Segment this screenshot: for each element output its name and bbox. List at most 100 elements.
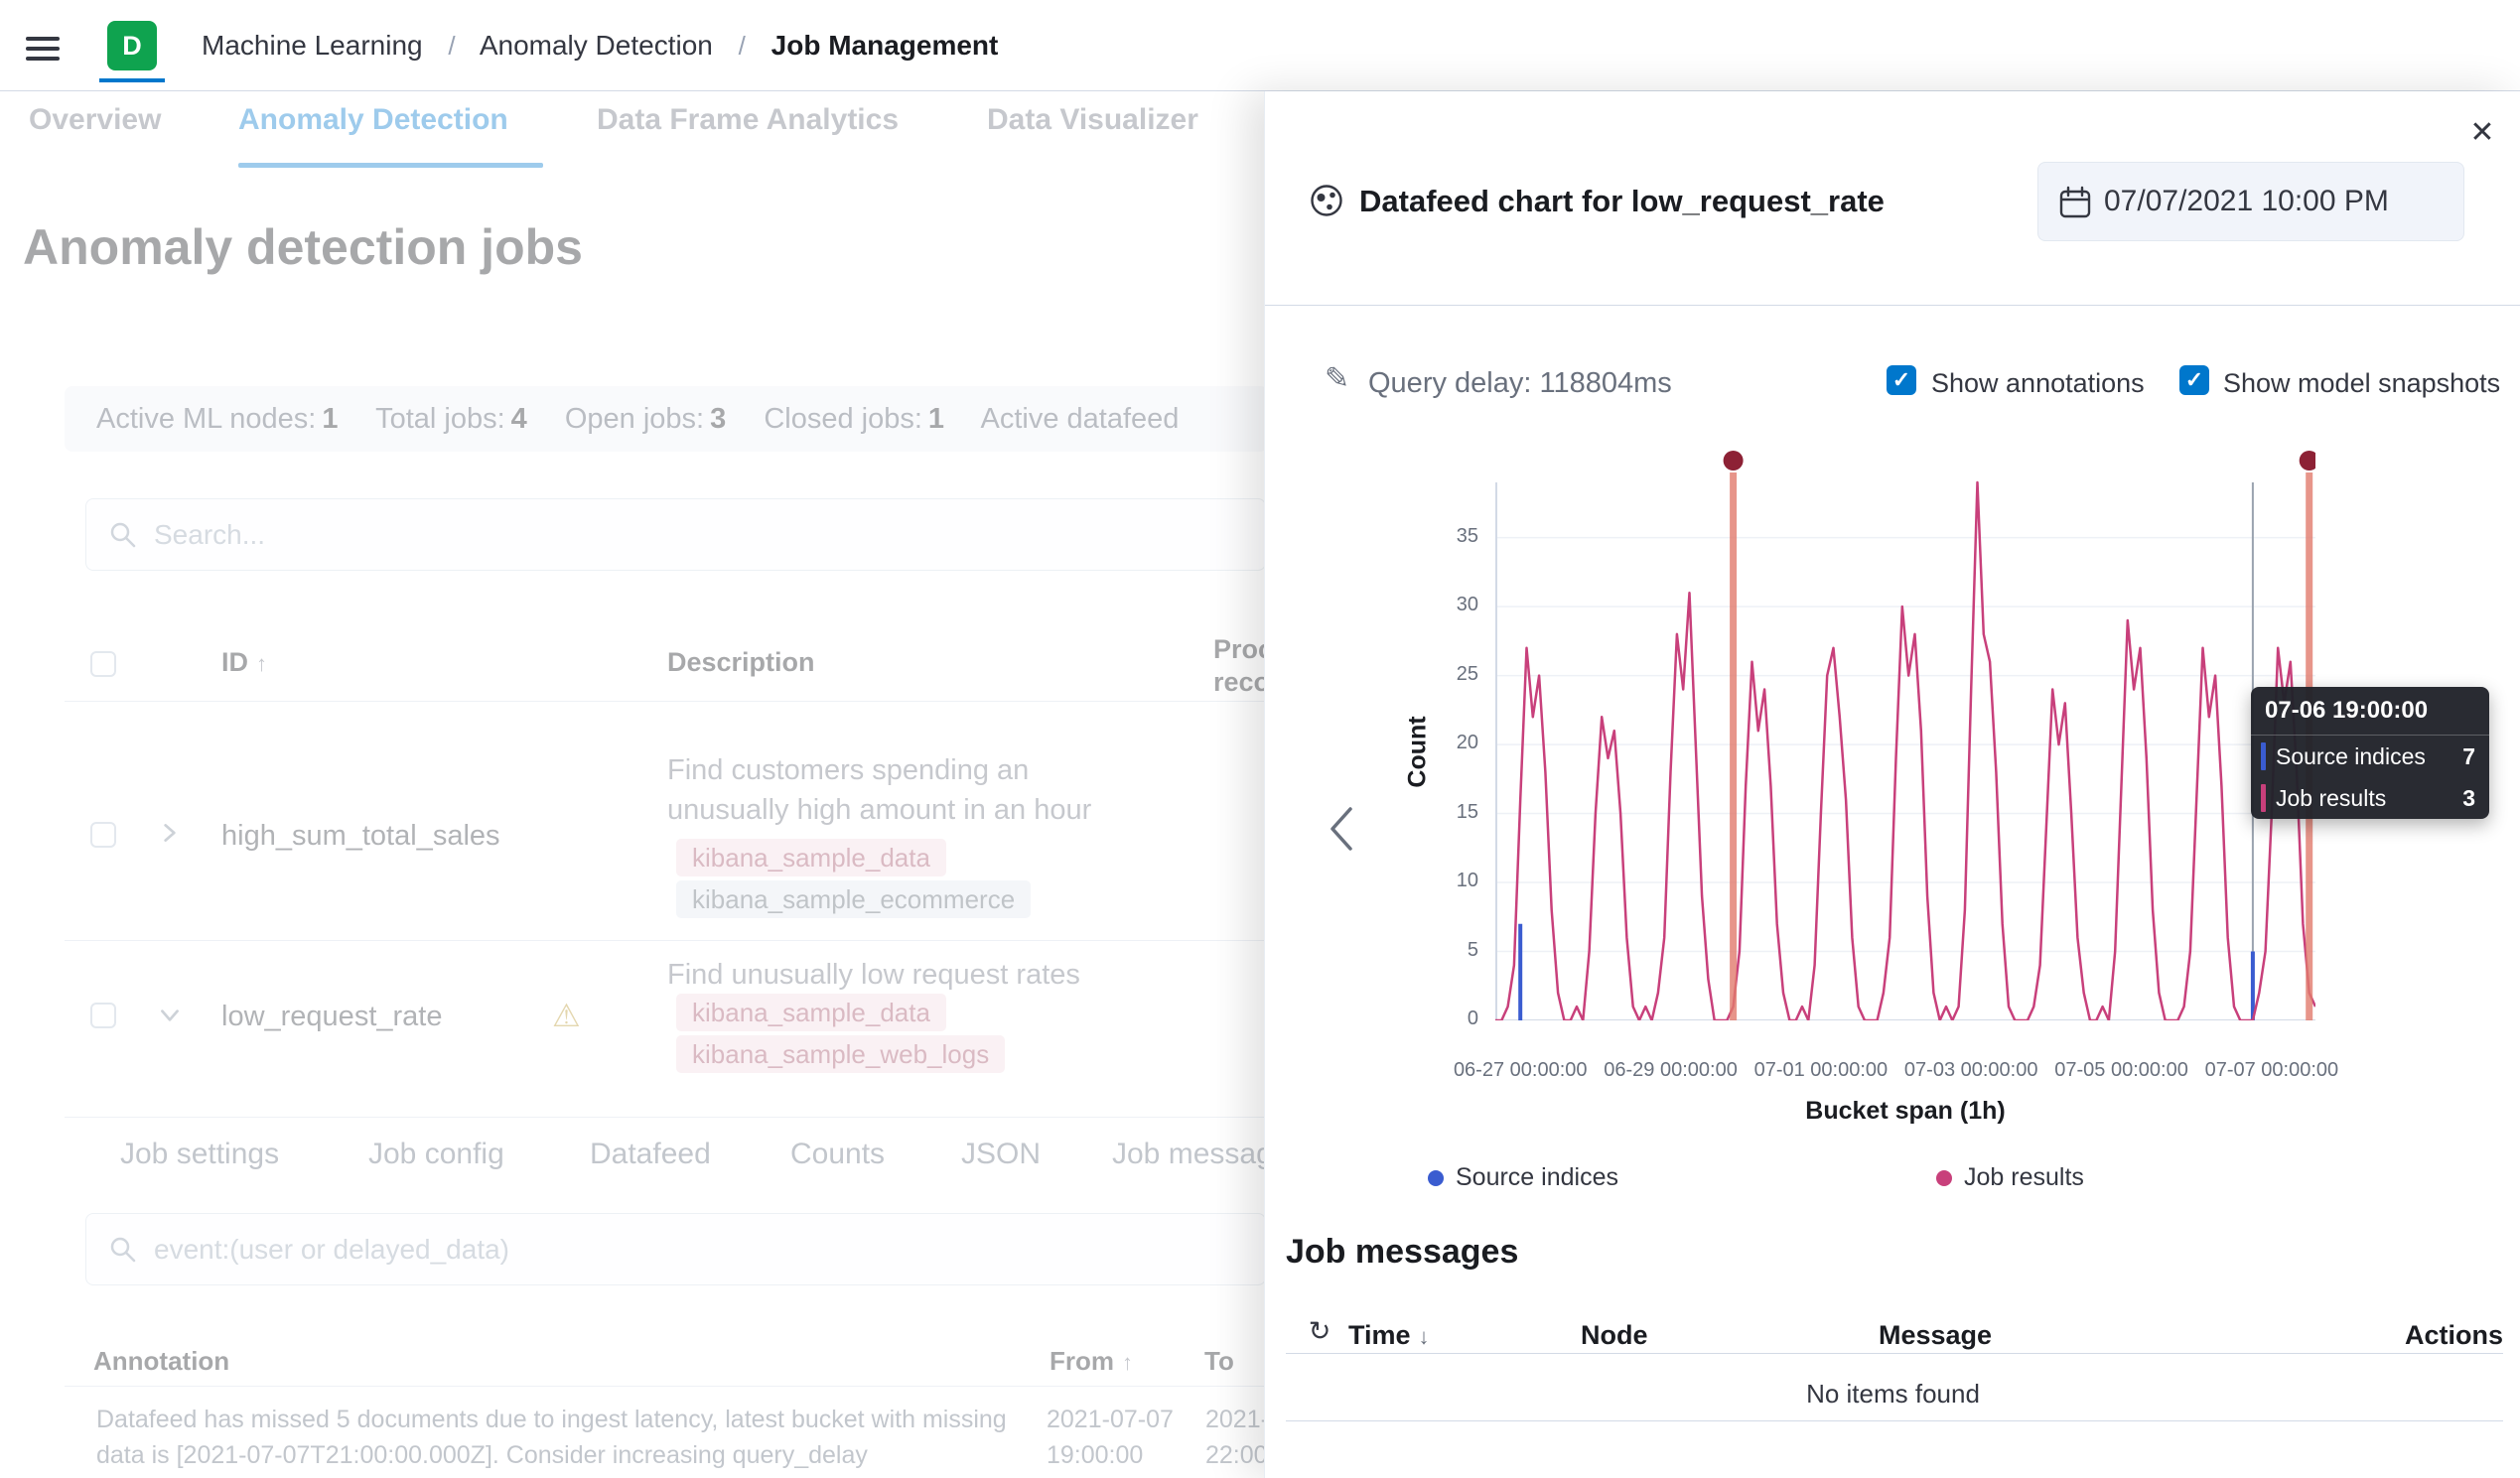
x-axis-title: Bucket span (1h) bbox=[1707, 1097, 2104, 1126]
table-divider bbox=[65, 1386, 1268, 1387]
y-axis-tick-label: 30 bbox=[1422, 594, 1478, 616]
search-icon bbox=[108, 520, 138, 550]
y-axis-tick-label: 5 bbox=[1422, 939, 1478, 962]
query-delay-label: Query delay: 118804ms bbox=[1368, 367, 1672, 400]
annotation-text: Datafeed has missed 5 documents due to i… bbox=[96, 1402, 1050, 1473]
table-divider bbox=[65, 940, 1268, 941]
flyout-title: Datafeed chart for low_request_rate bbox=[1359, 184, 1885, 219]
breadcrumb-anomaly-detection[interactable]: Anomaly Detection bbox=[480, 30, 713, 61]
empty-table-message: No items found bbox=[1265, 1379, 2520, 1410]
description-column-header: Description bbox=[667, 647, 815, 678]
sort-ascending-icon: ↑ bbox=[1122, 1350, 1133, 1375]
detail-tab-json[interactable]: JSON bbox=[961, 1138, 1041, 1171]
stat-active-ml-nodes: Active ML nodes:1 bbox=[96, 403, 339, 435]
stat-closed-jobs: Closed jobs:1 bbox=[764, 403, 944, 435]
date-picker-button[interactable]: 07/07/2021 10:00 PM bbox=[2037, 162, 2464, 241]
x-axis-tick-label: 07-07 00:00:00 bbox=[2163, 1059, 2381, 1082]
legend-item-job-results[interactable]: Job results bbox=[1936, 1163, 2084, 1192]
y-axis-tick-label: 10 bbox=[1422, 870, 1478, 892]
refresh-icon: ↻ bbox=[1309, 1316, 1331, 1346]
refresh-messages-button[interactable]: ↻ bbox=[1299, 1310, 1340, 1352]
edit-query-delay-button[interactable]: ✎ bbox=[1325, 361, 1349, 396]
check-icon: ✓ bbox=[1892, 367, 1910, 392]
annotation-from: 2021-07-07 19:00:00 bbox=[1047, 1402, 1215, 1473]
id-column-header[interactable]: ID↑ bbox=[221, 647, 267, 678]
show-annotations-checkbox[interactable]: ✓ bbox=[1887, 365, 1916, 395]
job-id: high_sum_total_sales bbox=[221, 820, 500, 853]
table-divider bbox=[1286, 1353, 2503, 1354]
node-column-header: Node bbox=[1581, 1320, 1648, 1351]
stat-total-jobs: Total jobs:4 bbox=[375, 403, 527, 435]
index-badge: kibana_sample_data bbox=[676, 994, 946, 1031]
detail-tab-datafeed[interactable]: Datafeed bbox=[590, 1138, 711, 1171]
breadcrumb-machine-learning[interactable]: Machine Learning bbox=[202, 30, 423, 61]
breadcrumb: Machine Learning / Anomaly Detection / J… bbox=[202, 0, 998, 91]
search-icon bbox=[108, 1235, 138, 1265]
y-axis-tick-label: 20 bbox=[1422, 732, 1478, 754]
ml-datafeed-icon bbox=[1309, 183, 1344, 223]
annotation-column-header: Annotation bbox=[93, 1346, 229, 1377]
annotations-search-box bbox=[85, 1213, 1266, 1285]
breadcrumb-job-management: Job Management bbox=[771, 30, 999, 61]
tab-anomaly-detection[interactable]: Anomaly Detection bbox=[238, 103, 508, 137]
stat-active-datafeeds: Active datafeed bbox=[981, 403, 1186, 435]
jobs-search-input[interactable] bbox=[154, 499, 1249, 570]
close-icon: ✕ bbox=[2469, 116, 2494, 149]
show-model-snapshots-checkbox[interactable]: ✓ bbox=[2179, 365, 2209, 395]
page-title: Anomaly detection jobs bbox=[23, 218, 583, 276]
active-tab-indicator bbox=[238, 163, 543, 168]
expand-row-button[interactable] bbox=[157, 820, 183, 849]
tooltip-timestamp: 07-06 19:00:00 bbox=[2251, 687, 2489, 736]
tab-data-visualizer[interactable]: Data Visualizer bbox=[987, 103, 1198, 137]
flyout-divider bbox=[1265, 305, 2520, 306]
avatar-active-indicator bbox=[99, 78, 165, 82]
breadcrumb-separator: / bbox=[448, 31, 455, 61]
y-axis-tick-label: 35 bbox=[1422, 525, 1478, 548]
menu-button[interactable] bbox=[20, 22, 66, 69]
legend-item-source-indices[interactable]: Source indices bbox=[1428, 1163, 1618, 1192]
select-all-checkbox[interactable] bbox=[90, 651, 116, 677]
job-stats-bar: Active ML nodes:1 Total jobs:4 Open jobs… bbox=[65, 386, 1268, 452]
datafeed-chart[interactable] bbox=[1495, 447, 2315, 1020]
previous-chart-button[interactable] bbox=[1321, 802, 1364, 858]
series-color-bar bbox=[2261, 784, 2266, 812]
row-checkbox[interactable] bbox=[90, 822, 116, 848]
series-color-bar bbox=[2261, 742, 2266, 770]
collapse-row-button[interactable] bbox=[157, 1003, 183, 1031]
index-badge: kibana_sample_ecommerce bbox=[676, 880, 1031, 918]
detail-tab-job-settings[interactable]: Job settings bbox=[120, 1138, 279, 1171]
row-checkbox[interactable] bbox=[90, 1003, 116, 1028]
table-divider bbox=[65, 1117, 1268, 1118]
index-badge: kibana_sample_web_logs bbox=[676, 1035, 1005, 1073]
to-column-header: To bbox=[1204, 1346, 1234, 1377]
space-avatar[interactable]: D bbox=[107, 21, 157, 70]
detail-tab-counts[interactable]: Counts bbox=[790, 1138, 885, 1171]
detail-tab-job-config[interactable]: Job config bbox=[368, 1138, 504, 1171]
jobs-search-box bbox=[85, 498, 1266, 571]
job-id: low_request_rate bbox=[221, 1001, 442, 1033]
show-annotations-label: Show annotations bbox=[1931, 368, 2145, 399]
tab-data-frame-analytics[interactable]: Data Frame Analytics bbox=[597, 103, 899, 137]
kibana-ml-app: D Machine Learning / Anomaly Detection /… bbox=[0, 0, 2520, 1478]
date-picker-value: 07/07/2021 10:00 PM bbox=[2104, 163, 2389, 240]
chevron-down-icon bbox=[157, 1003, 183, 1028]
close-flyout-button[interactable]: ✕ bbox=[2459, 109, 2505, 155]
actions-column-header: Actions bbox=[2317, 1320, 2503, 1351]
from-column-header[interactable]: From↑ bbox=[1050, 1346, 1133, 1377]
time-column-header[interactable]: Time↓ bbox=[1348, 1320, 1430, 1351]
chevron-right-icon bbox=[157, 820, 183, 846]
warning-icon: ⚠ bbox=[552, 997, 581, 1034]
stat-open-jobs: Open jobs:3 bbox=[565, 403, 726, 435]
message-column-header: Message bbox=[1879, 1320, 1992, 1351]
legend-dot-icon bbox=[1428, 1170, 1444, 1186]
calendar-icon bbox=[2058, 186, 2092, 219]
sort-ascending-icon: ↑ bbox=[256, 651, 267, 676]
show-model-snapshots-label: Show model snapshots bbox=[2223, 368, 2500, 399]
tab-overview[interactable]: Overview bbox=[29, 103, 161, 137]
job-description: Find unusually low request rates bbox=[667, 955, 1134, 995]
app-header: D Machine Learning / Anomaly Detection /… bbox=[0, 0, 2520, 91]
pencil-icon: ✎ bbox=[1325, 362, 1349, 395]
annotations-search-input[interactable] bbox=[154, 1214, 1249, 1284]
chart-tooltip: 07-06 19:00:00 Source indices 7 Job resu… bbox=[2251, 687, 2489, 819]
breadcrumb-separator: / bbox=[739, 31, 746, 61]
